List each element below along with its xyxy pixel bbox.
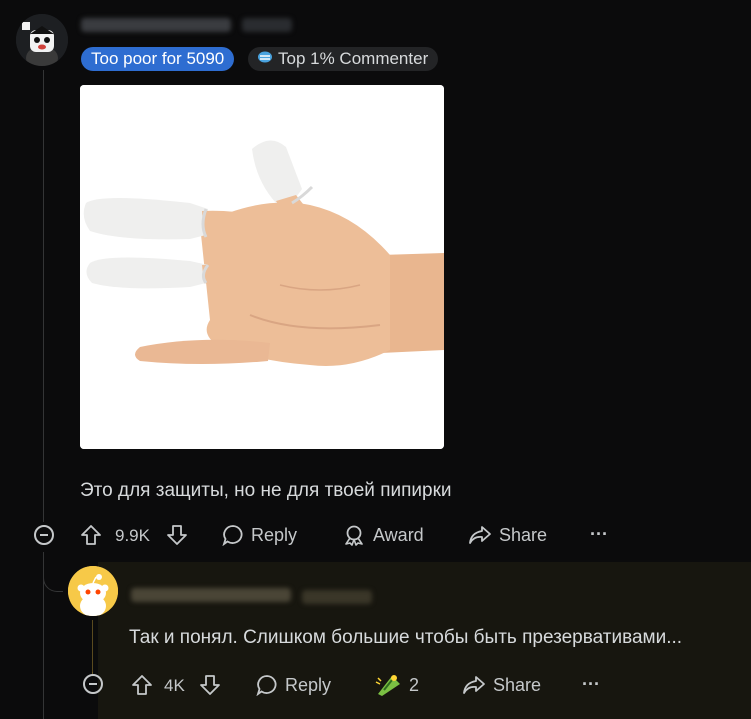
thread-line-main <box>43 70 44 522</box>
reply-body: Так и понял. Слишком большие чтобы быть … <box>129 627 683 648</box>
reply-award-button[interactable]: 2 <box>374 672 419 698</box>
downvote-icon <box>166 524 188 546</box>
comment-image[interactable] <box>80 85 444 449</box>
badge-icon <box>257 47 273 71</box>
commenter-badge[interactable]: Top 1% Commenter <box>248 47 439 71</box>
reply-username-redacted[interactable] <box>131 588 291 602</box>
award-button[interactable]: Award <box>342 524 424 546</box>
reply-timestamp-redacted <box>302 590 372 604</box>
reply-label: Reply <box>285 674 332 695</box>
vote-score: 9.9K <box>115 526 150 545</box>
downvote-icon <box>199 674 221 696</box>
hand-image <box>80 85 444 449</box>
reply-reply-button[interactable]: Reply <box>256 674 331 696</box>
share-label: Share <box>493 674 542 695</box>
reply-collapse-button[interactable] <box>83 674 103 694</box>
comment-bubble-icon <box>222 524 244 546</box>
downvote-button[interactable] <box>166 524 188 546</box>
reply-vote-score: 4K <box>164 676 185 695</box>
upvote-icon <box>131 674 153 696</box>
share-button[interactable]: Share <box>468 524 547 546</box>
award-label: Award <box>373 524 424 545</box>
reply-label: Reply <box>251 524 298 545</box>
username-redacted[interactable] <box>81 18 231 32</box>
thread-connector <box>43 552 63 592</box>
avatar[interactable] <box>16 14 68 66</box>
share-icon <box>462 674 486 696</box>
reply-downvote-button[interactable] <box>199 674 221 696</box>
timestamp-redacted <box>242 18 292 32</box>
share-label: Share <box>499 524 548 545</box>
comment-bubble-icon <box>256 674 278 696</box>
collapse-button[interactable] <box>34 525 54 545</box>
reply-button[interactable]: Reply <box>222 524 297 546</box>
badge-label: Top 1% Commenter <box>278 49 429 68</box>
award-icon <box>342 524 366 546</box>
upvote-button[interactable] <box>80 524 102 546</box>
more-options-button[interactable]: ··· <box>590 524 608 545</box>
reply-share-button[interactable]: Share <box>462 674 541 696</box>
award-count: 2 <box>409 674 420 695</box>
award-badge-icon <box>374 672 402 698</box>
reply-upvote-button[interactable] <box>131 674 153 696</box>
comment-body: Это для защиты, но не для твоей пипирки <box>80 480 452 501</box>
thread-line-reply-body <box>92 620 93 672</box>
reply-avatar[interactable] <box>68 566 118 616</box>
user-flair: Too poor for 5090 <box>81 47 235 71</box>
snoo-icon <box>68 566 118 616</box>
share-icon <box>468 524 492 546</box>
upvote-icon <box>80 524 102 546</box>
reply-more-options-button[interactable]: ··· <box>582 674 600 695</box>
